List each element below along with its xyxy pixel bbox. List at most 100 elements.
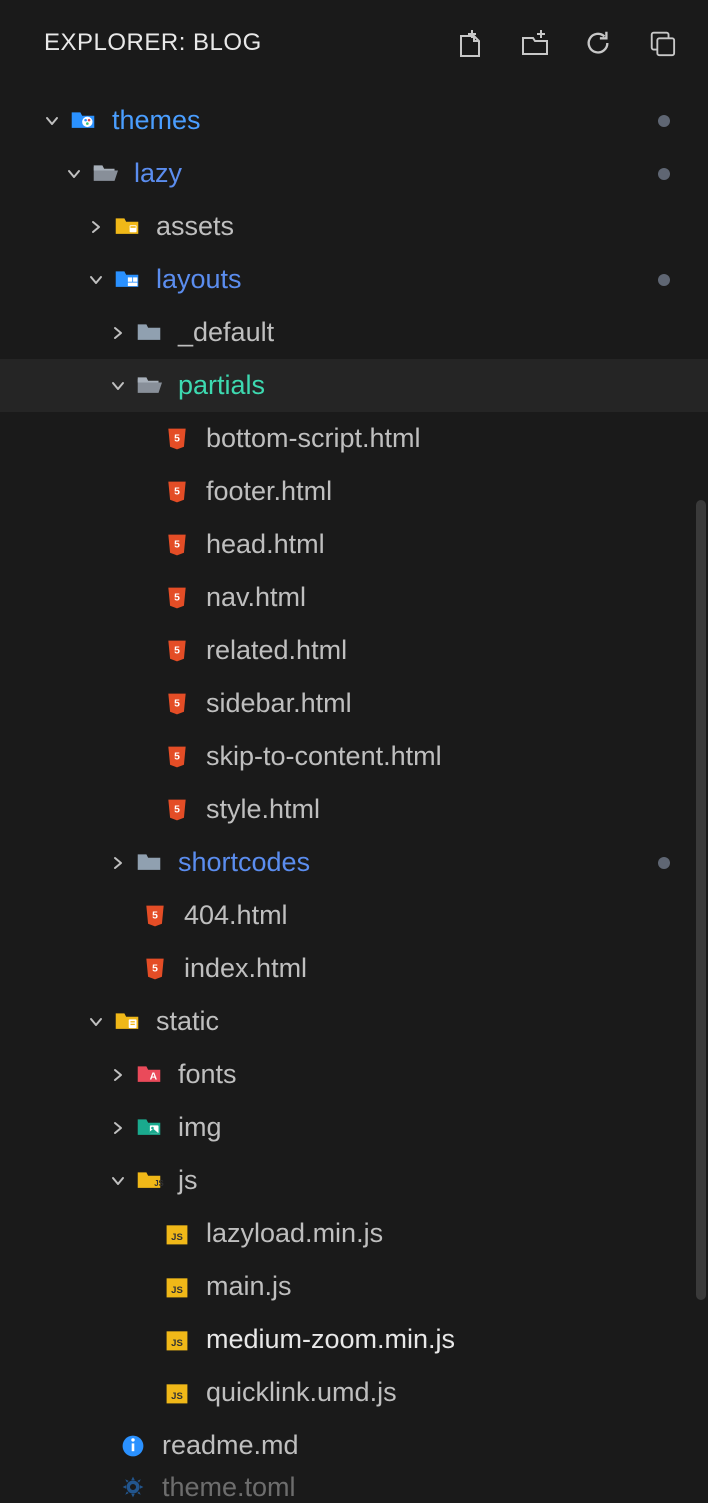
html-icon — [162, 530, 192, 560]
folder-fonts-icon — [134, 1060, 164, 1090]
chevron-down-icon — [40, 109, 64, 133]
gear-icon — [118, 1472, 148, 1502]
html-icon — [162, 742, 192, 772]
folder-label: fonts — [178, 1059, 237, 1090]
file-label: lazyload.min.js — [206, 1218, 383, 1249]
file-label: sidebar.html — [206, 688, 352, 719]
file-label: 404.html — [184, 900, 288, 931]
file-tree: themes lazy assets layouts _default part… — [0, 86, 708, 1502]
file-label: related.html — [206, 635, 347, 666]
scrollbar[interactable] — [696, 500, 706, 1300]
chevron-right-icon — [106, 1063, 130, 1087]
html-icon — [162, 424, 192, 454]
modified-dot — [658, 115, 670, 127]
folder-label: js — [178, 1165, 198, 1196]
folder-theme-icon — [68, 106, 98, 136]
folder-lazy[interactable]: lazy — [0, 147, 708, 200]
chevron-right-icon — [106, 851, 130, 875]
folder-static-icon — [112, 1007, 142, 1037]
folder-label: assets — [156, 211, 234, 242]
folder-layouts[interactable]: layouts — [0, 253, 708, 306]
file-label: quicklink.umd.js — [206, 1377, 397, 1408]
file-label: index.html — [184, 953, 307, 984]
chevron-down-icon — [84, 268, 108, 292]
modified-dot — [658, 857, 670, 869]
folder-label: layouts — [156, 264, 242, 295]
folder-closed-icon — [134, 848, 164, 878]
folder-label: lazy — [134, 158, 182, 189]
file-label: nav.html — [206, 582, 306, 613]
file-label: medium-zoom.min.js — [206, 1324, 455, 1355]
html-icon — [162, 583, 192, 613]
folder-img[interactable]: img — [0, 1101, 708, 1154]
folder-default[interactable]: _default — [0, 306, 708, 359]
chevron-right-icon — [106, 1116, 130, 1140]
file-label: main.js — [206, 1271, 292, 1302]
info-icon — [118, 1431, 148, 1461]
file-quicklink[interactable]: quicklink.umd.js — [0, 1366, 708, 1419]
modified-dot — [658, 168, 670, 180]
header-actions — [454, 27, 678, 59]
file-style[interactable]: style.html — [0, 783, 708, 836]
file-label: skip-to-content.html — [206, 741, 442, 772]
file-related[interactable]: related.html — [0, 624, 708, 677]
chevron-down-icon — [106, 1169, 130, 1193]
html-icon — [162, 689, 192, 719]
file-sidebar[interactable]: sidebar.html — [0, 677, 708, 730]
file-lazyload[interactable]: lazyload.min.js — [0, 1207, 708, 1260]
folder-label: _default — [178, 317, 274, 348]
folder-label: img — [178, 1112, 222, 1143]
explorer-title: EXPLORER: BLOG — [44, 29, 262, 57]
chevron-down-icon — [84, 1010, 108, 1034]
file-label: readme.md — [162, 1430, 299, 1461]
file-readme[interactable]: readme.md — [0, 1419, 708, 1472]
folder-open-icon — [90, 159, 120, 189]
explorer-header: EXPLORER: BLOG — [0, 0, 708, 86]
file-skip-to-content[interactable]: skip-to-content.html — [0, 730, 708, 783]
file-label: theme.toml — [162, 1472, 296, 1503]
folder-label: themes — [112, 105, 201, 136]
file-label: bottom-script.html — [206, 423, 421, 454]
refresh-icon[interactable] — [582, 27, 614, 59]
folder-shortcodes[interactable]: shortcodes — [0, 836, 708, 889]
chevron-right-icon — [84, 215, 108, 239]
file-404[interactable]: 404.html — [0, 889, 708, 942]
file-label: style.html — [206, 794, 320, 825]
folder-partials[interactable]: partials — [0, 359, 708, 412]
file-nav[interactable]: nav.html — [0, 571, 708, 624]
collapse-all-icon[interactable] — [646, 27, 678, 59]
folder-closed-icon — [134, 318, 164, 348]
file-head[interactable]: head.html — [0, 518, 708, 571]
folder-fonts[interactable]: fonts — [0, 1048, 708, 1101]
html-icon — [140, 901, 170, 931]
new-file-icon[interactable] — [454, 27, 486, 59]
js-icon — [162, 1272, 192, 1302]
folder-js[interactable]: js — [0, 1154, 708, 1207]
file-theme-toml[interactable]: theme.toml — [0, 1472, 708, 1502]
file-footer[interactable]: footer.html — [0, 465, 708, 518]
html-icon — [140, 954, 170, 984]
folder-assets[interactable]: assets — [0, 200, 708, 253]
js-icon — [162, 1219, 192, 1249]
html-icon — [162, 477, 192, 507]
folder-label: partials — [178, 370, 265, 401]
file-label: footer.html — [206, 476, 332, 507]
file-label: head.html — [206, 529, 325, 560]
file-main-js[interactable]: main.js — [0, 1260, 708, 1313]
folder-static[interactable]: static — [0, 995, 708, 1048]
folder-themes[interactable]: themes — [0, 94, 708, 147]
html-icon — [162, 795, 192, 825]
folder-label: static — [156, 1006, 219, 1037]
html-icon — [162, 636, 192, 666]
file-medium-zoom[interactable]: medium-zoom.min.js — [0, 1313, 708, 1366]
js-icon — [162, 1378, 192, 1408]
chevron-down-icon — [106, 374, 130, 398]
new-folder-icon[interactable] — [518, 27, 550, 59]
js-icon — [162, 1325, 192, 1355]
file-bottom-script[interactable]: bottom-script.html — [0, 412, 708, 465]
folder-open-icon — [134, 371, 164, 401]
file-index[interactable]: index.html — [0, 942, 708, 995]
chevron-down-icon — [62, 162, 86, 186]
folder-label: shortcodes — [178, 847, 310, 878]
folder-js-icon — [134, 1166, 164, 1196]
